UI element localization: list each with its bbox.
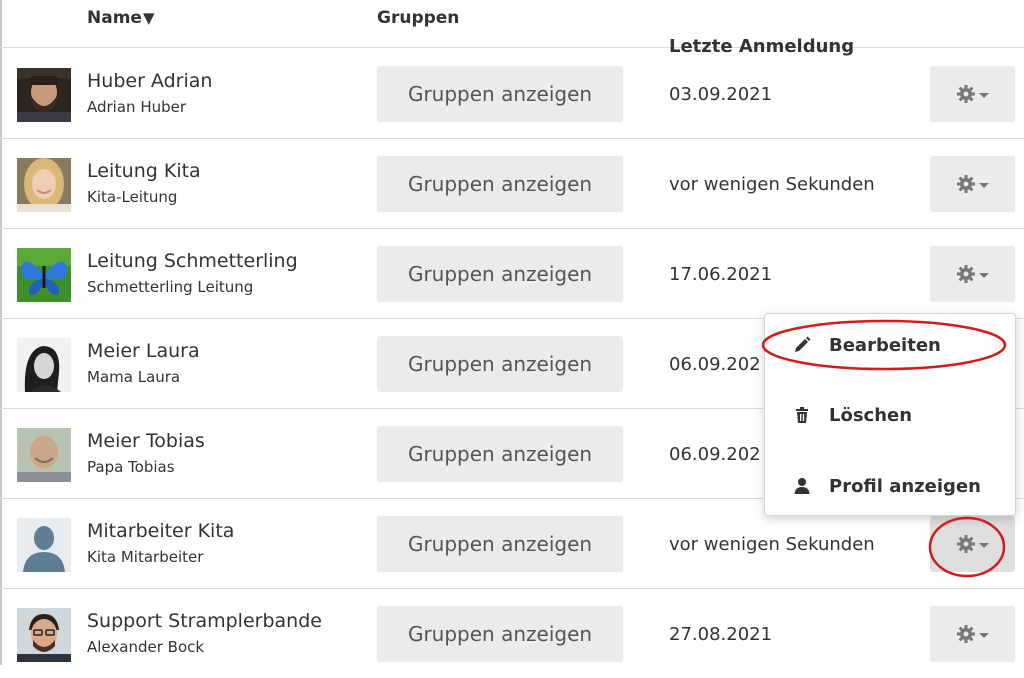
show-groups-button[interactable]: Gruppen anzeigen (377, 516, 623, 572)
settings-dropdown-button[interactable] (930, 516, 1015, 572)
menu-item-delete[interactable]: Löschen (765, 390, 1015, 440)
show-groups-button[interactable]: Gruppen anzeigen (377, 426, 623, 482)
column-header-name-label: Name (87, 8, 142, 28)
table-row: Huber Adrian Adrian Huber Gruppen anzeig… (0, 48, 1024, 139)
trash-icon (796, 407, 808, 423)
settings-dropdown-button[interactable] (930, 246, 1015, 302)
chevron-down-icon (979, 272, 989, 278)
last-login: 06.09.202 (669, 354, 761, 375)
user-icon (794, 478, 810, 494)
show-groups-button[interactable]: Gruppen anzeigen (377, 156, 623, 212)
user-name[interactable]: Huber Adrian (87, 70, 212, 92)
settings-dropdown-button[interactable] (930, 156, 1015, 212)
user-subtitle: Mama Laura (87, 368, 181, 386)
settings-dropdown-button[interactable] (930, 606, 1015, 662)
show-groups-button[interactable]: Gruppen anzeigen (377, 246, 623, 302)
user-name[interactable]: Leitung Schmetterling (87, 250, 298, 272)
sort-desc-icon: ▼ (142, 9, 155, 27)
user-name[interactable]: Support Stramplerbande (87, 610, 322, 632)
settings-dropdown-button[interactable] (930, 66, 1015, 122)
chevron-down-icon (979, 92, 989, 98)
last-login: 06.09.202 (669, 444, 761, 465)
user-name[interactable]: Mitarbeiter Kita (87, 520, 234, 542)
show-groups-button[interactable]: Gruppen anzeigen (377, 66, 623, 122)
last-login: 17.06.2021 (669, 264, 773, 285)
avatar (17, 428, 71, 482)
gear-icon (957, 85, 975, 103)
show-groups-button[interactable]: Gruppen anzeigen (377, 336, 623, 392)
menu-item-edit[interactable]: Bearbeiten (765, 320, 1015, 370)
last-login: vor wenigen Sekunden (669, 534, 875, 555)
chevron-down-icon (979, 182, 989, 188)
gear-icon (957, 175, 975, 193)
user-subtitle: Papa Tobias (87, 458, 175, 476)
chevron-down-icon (979, 632, 989, 638)
gear-icon (957, 535, 975, 553)
last-login: 27.08.2021 (669, 624, 773, 645)
last-login: vor wenigen Sekunden (669, 174, 875, 195)
user-subtitle: Alexander Bock (87, 638, 205, 656)
user-name[interactable]: Meier Laura (87, 340, 200, 362)
last-login: 03.09.2021 (669, 84, 773, 105)
avatar (17, 608, 71, 662)
user-subtitle: Schmetterling Leitung (87, 278, 254, 296)
avatar (17, 68, 71, 122)
user-name[interactable]: Meier Tobias (87, 430, 205, 452)
show-groups-button[interactable]: Gruppen anzeigen (377, 606, 623, 662)
table-row: Leitung Schmetterling Schmetterling Leit… (0, 228, 1024, 319)
table-header: Name▼ Gruppen Letzte Anmeldung (0, 0, 1024, 57)
user-subtitle: Kita-Leitung (87, 188, 178, 206)
user-name[interactable]: Leitung Kita (87, 160, 201, 182)
avatar (17, 158, 71, 212)
avatar (17, 338, 71, 392)
user-subtitle: Kita Mitarbeiter (87, 548, 204, 566)
gear-icon (957, 625, 975, 643)
avatar (17, 248, 71, 302)
user-subtitle: Adrian Huber (87, 98, 187, 116)
settings-dropdown-menu: Bearbeiten Löschen Profil anzeigen (764, 313, 1016, 516)
table-row: Leitung Kita Kita-Leitung Gruppen anzeig… (0, 138, 1024, 229)
pencil-icon (795, 336, 811, 352)
gear-icon (957, 265, 975, 283)
chevron-down-icon (979, 542, 989, 548)
menu-item-view-profile-label: Profil anzeigen (829, 475, 981, 497)
menu-item-delete-label: Löschen (829, 404, 913, 426)
column-header-groups: Gruppen (377, 8, 460, 28)
menu-item-edit-label: Bearbeiten (829, 334, 941, 356)
column-header-name[interactable]: Name▼ (87, 8, 155, 28)
avatar (17, 518, 71, 572)
menu-item-view-profile[interactable]: Profil anzeigen (765, 461, 1015, 511)
